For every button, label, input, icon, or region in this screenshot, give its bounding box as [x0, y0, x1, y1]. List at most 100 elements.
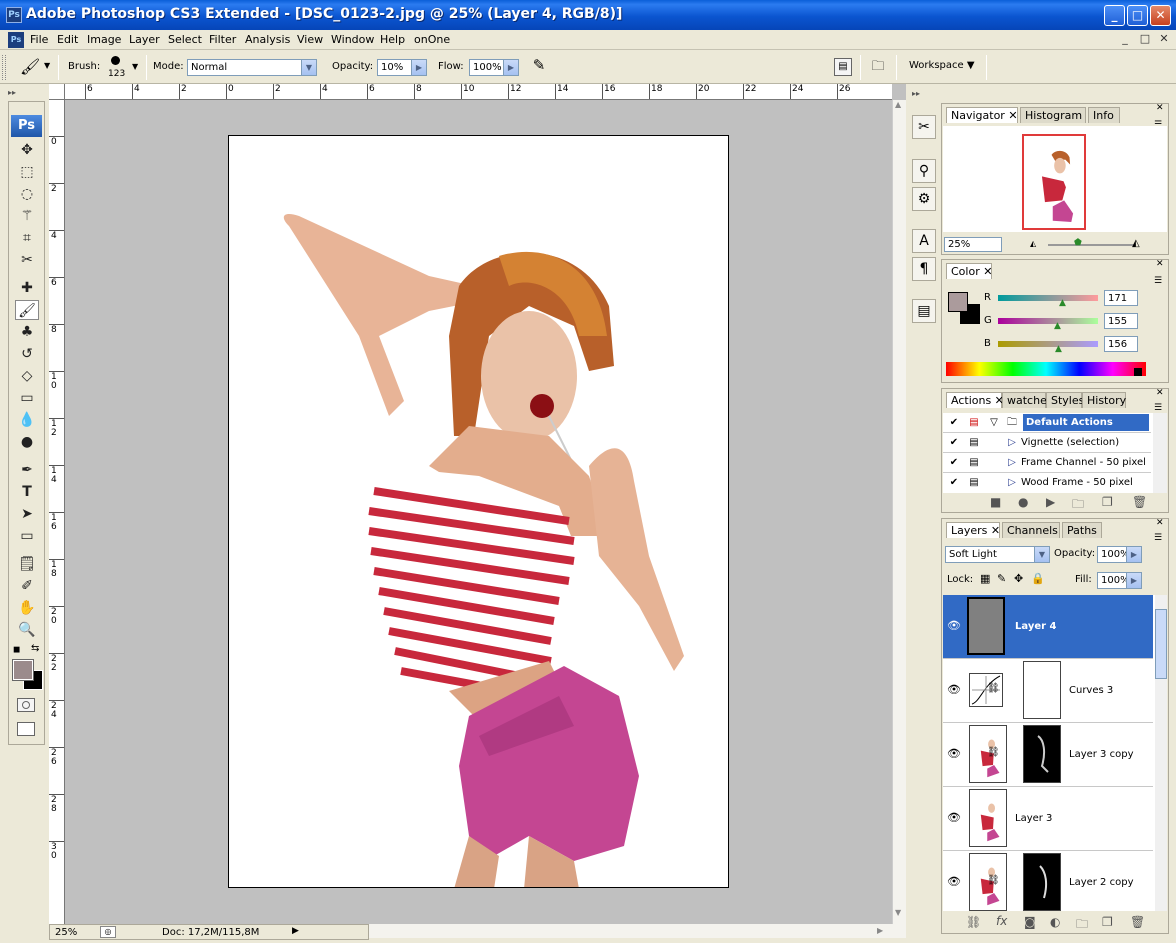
- notes-icon[interactable]: 🗒: [15, 554, 39, 574]
- vertical-scrollbar[interactable]: ▲ ▼: [892, 100, 906, 924]
- swap-colors-icon[interactable]: ⇆: [31, 643, 39, 654]
- b-value-field[interactable]: 156: [1104, 336, 1138, 352]
- ps-logo[interactable]: Ps: [11, 115, 42, 137]
- zoom-level[interactable]: 25%: [55, 927, 77, 938]
- default-colors-icon[interactable]: ◼: [13, 645, 20, 655]
- new-action-icon[interactable]: ❐: [1102, 495, 1113, 509]
- stop-icon[interactable]: ■: [990, 495, 1001, 509]
- close-button[interactable]: ✕: [1150, 5, 1171, 26]
- palette-well-icon[interactable]: ▤: [834, 58, 852, 76]
- zoom-out-icon[interactable]: ◭: [1030, 239, 1036, 248]
- doc-minimize-button[interactable]: _: [1118, 32, 1132, 46]
- menu-analysis[interactable]: Analysis: [245, 33, 290, 46]
- check-icon[interactable]: ✔: [947, 456, 961, 470]
- action-row-default[interactable]: ✔ ▤ ▽ 🗀 Default Actions: [943, 413, 1151, 433]
- tab-navigator[interactable]: Navigator ✕: [946, 107, 1018, 123]
- tab-actions[interactable]: Actions ✕: [946, 392, 1004, 408]
- dialog-toggle-icon[interactable]: ▤: [967, 416, 981, 430]
- menu-onone[interactable]: onOne: [414, 33, 450, 46]
- expand-arrow-icon[interactable]: ▷: [1005, 436, 1019, 450]
- clone-source-icon[interactable]: ⚙: [912, 187, 936, 211]
- visibility-eye-icon[interactable]: 👁: [947, 683, 961, 696]
- play-icon[interactable]: ▶: [1046, 495, 1055, 509]
- layer-style-icon[interactable]: fx: [996, 914, 1007, 928]
- zoom-slider[interactable]: [1048, 244, 1136, 246]
- black-swatch[interactable]: [1134, 368, 1142, 376]
- shape-icon[interactable]: ▭: [15, 526, 39, 546]
- action-row-frame-channel[interactable]: ✔ ▤ ▷ Frame Channel - 50 pixel: [943, 453, 1151, 473]
- screen-mode-icon[interactable]: [17, 722, 35, 736]
- status-icon[interactable]: ◎: [100, 926, 116, 938]
- paragraph-icon[interactable]: ¶: [912, 257, 936, 281]
- check-icon[interactable]: ✔: [947, 416, 961, 430]
- menu-view[interactable]: View: [297, 33, 323, 46]
- panel-menu-icon[interactable]: ☰: [1154, 403, 1162, 413]
- menu-select[interactable]: Select: [168, 33, 202, 46]
- lock-pixels-icon[interactable]: ✎: [997, 572, 1006, 585]
- slider-arrow-icon[interactable]: ▶: [1126, 573, 1141, 588]
- menu-window[interactable]: Window: [331, 33, 374, 46]
- panel-menu-icon[interactable]: ☰: [1154, 276, 1162, 286]
- ruler-origin[interactable]: [49, 84, 65, 100]
- workspace-menu[interactable]: Workspace ▼: [909, 60, 975, 71]
- b-slider-thumb[interactable]: ▲: [1055, 344, 1062, 354]
- doc-close-button[interactable]: ✕: [1157, 32, 1171, 46]
- zoom-icon[interactable]: 🔍: [15, 620, 39, 640]
- menu-filter[interactable]: Filter: [209, 33, 236, 46]
- flow-field[interactable]: 100% ▶: [469, 59, 519, 76]
- expand-arrow-icon[interactable]: ▽: [987, 416, 1001, 430]
- trash-icon[interactable]: 🗑: [1132, 495, 1147, 509]
- lock-position-icon[interactable]: ✥: [1014, 572, 1023, 585]
- menu-layer[interactable]: Layer: [129, 33, 160, 46]
- record-icon[interactable]: ●: [1018, 495, 1028, 509]
- scroll-right-icon[interactable]: ▶: [877, 926, 883, 935]
- maximize-button[interactable]: □: [1127, 5, 1148, 26]
- tab-channels[interactable]: Channels: [1002, 522, 1060, 538]
- doc-restore-button[interactable]: □: [1138, 32, 1152, 46]
- tab-styles[interactable]: Styles: [1046, 392, 1084, 408]
- preset-dropdown-arrow-icon[interactable]: ▼: [44, 61, 50, 70]
- layer-row-layer-4[interactable]: 👁 Layer 4: [943, 595, 1153, 659]
- r-value-field[interactable]: 171: [1104, 290, 1138, 306]
- move-icon[interactable]: ✥: [15, 140, 39, 160]
- add-mask-icon[interactable]: ◙: [1024, 915, 1036, 929]
- magic-wand-icon[interactable]: ⚚: [15, 206, 39, 226]
- tab-info[interactable]: Info: [1088, 107, 1120, 123]
- action-row-wood-frame[interactable]: ✔ ▤ ▷ Wood Frame - 50 pixel: [943, 473, 1151, 493]
- fill-field[interactable]: 100% ▶: [1097, 572, 1142, 589]
- brush-picker-arrow-icon[interactable]: ▼: [132, 62, 138, 71]
- bridge-icon[interactable]: 🗀: [866, 57, 890, 77]
- crop-icon[interactable]: ⌗: [15, 228, 39, 248]
- airbrush-icon[interactable]: ✎: [528, 56, 550, 78]
- link-icon[interactable]: ⛓: [987, 747, 1000, 758]
- new-group-icon[interactable]: 🗀: [1076, 915, 1088, 936]
- history-brush-icon[interactable]: ↺: [15, 344, 39, 364]
- color-spectrum-ramp[interactable]: [946, 362, 1146, 376]
- layer-row-layer-3[interactable]: 👁 Layer 3: [943, 787, 1153, 851]
- layers-scrollbar[interactable]: [1155, 595, 1167, 911]
- scroll-up-icon[interactable]: ▲: [895, 100, 901, 109]
- minimize-button[interactable]: _: [1104, 5, 1125, 26]
- dock-collapse-icon[interactable]: ▸▸: [912, 89, 920, 98]
- link-icon[interactable]: ⛓: [987, 683, 1000, 694]
- hand-icon[interactable]: ✋: [15, 598, 39, 618]
- r-slider-thumb[interactable]: ▲: [1059, 298, 1066, 308]
- clone-stamp-icon[interactable]: ♣: [15, 322, 39, 342]
- document-canvas[interactable]: [228, 135, 729, 888]
- blur-icon[interactable]: 💧: [15, 410, 39, 430]
- layer-comps-icon[interactable]: ▤: [912, 299, 936, 323]
- tab-layers[interactable]: Layers ✕: [946, 522, 1000, 538]
- layer-mask-thumbnail[interactable]: [1023, 853, 1061, 911]
- slice-icon[interactable]: ✂: [15, 250, 39, 270]
- expand-arrow-icon[interactable]: ▷: [1005, 476, 1019, 490]
- lock-transparency-icon[interactable]: ▦: [980, 572, 990, 585]
- g-slider-thumb[interactable]: ▲: [1054, 321, 1061, 331]
- brush-tool-preset-icon[interactable]: 🖌: [20, 57, 40, 76]
- menu-help[interactable]: Help: [380, 33, 405, 46]
- menu-image[interactable]: Image: [87, 33, 121, 46]
- character-icon[interactable]: A: [912, 229, 936, 253]
- status-menu-arrow-icon[interactable]: ▶: [292, 926, 299, 936]
- check-icon[interactable]: ✔: [947, 436, 961, 450]
- panel-menu-icon[interactable]: ☰: [1154, 533, 1162, 543]
- menu-file[interactable]: File: [30, 33, 48, 46]
